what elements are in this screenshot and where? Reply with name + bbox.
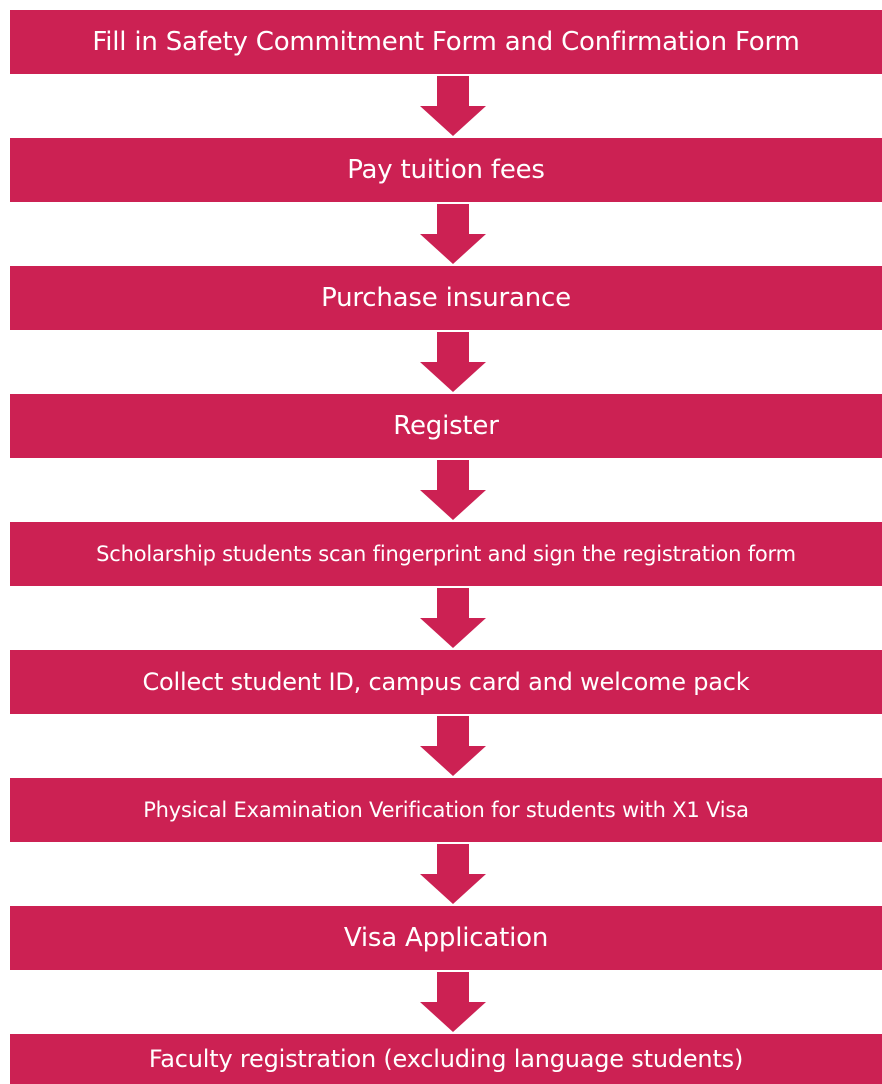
down-arrow-icon — [420, 972, 486, 1032]
down-arrow-icon — [420, 588, 486, 648]
step-label: Collect student ID, campus card and welc… — [142, 668, 750, 696]
step-box-collect-student-id: Collect student ID, campus card and welc… — [10, 650, 882, 714]
down-arrow-icon — [420, 204, 486, 264]
step-box-register: Register — [10, 394, 882, 458]
step-label: Pay tuition fees — [347, 155, 545, 185]
step-box-physical-examination: Physical Examination Verification for st… — [10, 778, 882, 842]
step-label: Scholarship students scan fingerprint an… — [96, 542, 796, 566]
step-box-scholarship-fingerprint: Scholarship students scan fingerprint an… — [10, 522, 882, 586]
step-label: Faculty registration (excluding language… — [148, 1045, 744, 1073]
flowchart: Fill in Safety Commitment Form and Confi… — [0, 0, 882, 1084]
down-arrow-icon — [420, 332, 486, 392]
down-arrow-icon — [420, 76, 486, 136]
down-arrow-icon — [420, 716, 486, 776]
step-box-pay-tuition: Pay tuition fees — [10, 138, 882, 202]
step-label: Physical Examination Verification for st… — [143, 798, 749, 822]
step-label: Purchase insurance — [321, 283, 571, 313]
step-box-faculty-registration: Faculty registration (excluding language… — [10, 1034, 882, 1084]
step-box-safety-forms: Fill in Safety Commitment Form and Confi… — [10, 10, 882, 74]
down-arrow-icon — [420, 460, 486, 520]
step-box-purchase-insurance: Purchase insurance — [10, 266, 882, 330]
step-box-visa-application: Visa Application — [10, 906, 882, 970]
step-label: Register — [393, 411, 499, 441]
step-label: Fill in Safety Commitment Form and Confi… — [92, 27, 800, 57]
step-label: Visa Application — [343, 923, 549, 953]
down-arrow-icon — [420, 844, 486, 904]
